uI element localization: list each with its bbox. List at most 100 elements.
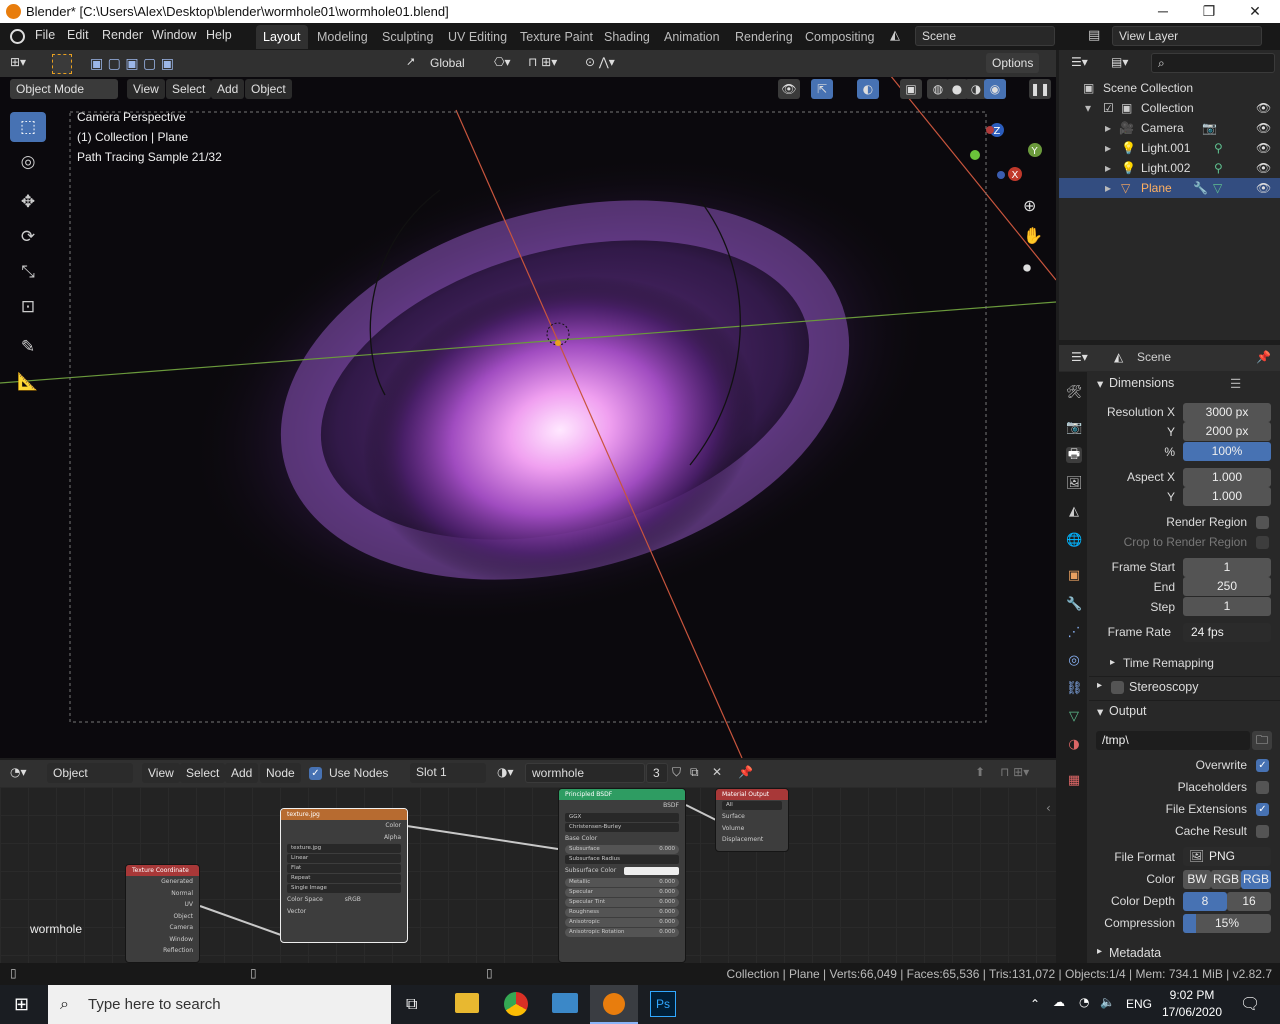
output-socket[interactable]: Camera xyxy=(126,922,199,934)
texture-tab-icon[interactable]: ▦ xyxy=(1066,773,1082,789)
fake-user-icon[interactable]: ⛉ xyxy=(672,765,681,780)
select-new-icon[interactable]: ▣ ▢ ▣ ▢ ▣ xyxy=(90,56,174,72)
menu-add[interactable]: Add xyxy=(211,79,245,99)
photoshop-icon[interactable]: Ps xyxy=(650,991,676,1017)
navigation-gizmo[interactable]: Z Y X xyxy=(965,115,1045,195)
principled-bsdf-node[interactable]: Principled BSDF BSDF GGX Christensen-Bur… xyxy=(558,788,686,963)
output-socket[interactable]: Window xyxy=(126,934,199,946)
colorspace-row[interactable]: Color Space sRGB xyxy=(281,894,407,906)
clock-date[interactable]: 17/06/2020 xyxy=(1157,1005,1227,1019)
param-slider[interactable]: Anisotropic Rotation 0.000 xyxy=(565,927,679,937)
aspect-y-field[interactable]: 1.000 xyxy=(1183,487,1271,506)
clock-time[interactable]: 9:02 PM xyxy=(1163,988,1221,1002)
node-menu-add[interactable]: Add xyxy=(225,763,259,783)
param-slider[interactable]: Roughness 0.000 xyxy=(565,907,679,917)
view-layer-icon[interactable]: ▤ xyxy=(1088,28,1100,43)
blender-menu-icon[interactable] xyxy=(10,29,25,44)
constraints-tab-icon[interactable]: ⛓ xyxy=(1066,681,1083,697)
wifi-icon[interactable]: ◔ xyxy=(1079,995,1089,1009)
tab-rendering[interactable]: Rendering xyxy=(728,25,800,49)
tab-uv-editing[interactable]: UV Editing xyxy=(441,25,514,49)
subsurface-radius-dropdown[interactable]: Subsurface Radius xyxy=(565,855,679,864)
annotate-tool[interactable]: ✎ xyxy=(10,332,46,362)
rendered-shading-icon[interactable]: ◉ xyxy=(984,79,1006,99)
modifier-tab-icon[interactable]: 🔧 xyxy=(1066,597,1082,613)
view-layer-tab-icon[interactable]: 🖼 xyxy=(1066,476,1083,492)
tab-shading[interactable]: Shading xyxy=(597,25,657,49)
gizmo-toggle-icon[interactable]: ⇱ xyxy=(811,79,833,99)
frame-start-field[interactable]: 1 xyxy=(1183,558,1271,577)
pause-render-icon[interactable]: ❚❚ xyxy=(1029,79,1051,99)
pin-icon[interactable]: 📌 xyxy=(1256,350,1271,364)
outliner-search-input[interactable]: ⌕ xyxy=(1151,53,1275,73)
tab-compositing[interactable]: Compositing xyxy=(798,25,881,49)
node-menu-view[interactable]: View xyxy=(142,763,180,783)
color-swatch[interactable] xyxy=(624,867,679,875)
language-indicator[interactable]: ENG xyxy=(1126,997,1152,1011)
menu-window[interactable]: Window xyxy=(152,28,196,42)
slot-dropdown[interactable]: Slot 1 xyxy=(410,763,486,783)
time-remapping-header[interactable]: Time Remapping xyxy=(1123,656,1214,670)
color-depth-16-button[interactable]: 16 xyxy=(1227,892,1271,911)
tool-tab-icon[interactable]: 🛠 xyxy=(1066,385,1083,401)
folder-icon[interactable]: 🗀 xyxy=(1252,731,1272,750)
source-dropdown[interactable]: Single Image xyxy=(287,884,401,893)
param-slider[interactable]: Metallic 0.000 xyxy=(565,877,679,887)
subsurface-color-row[interactable]: Subsurface Color xyxy=(559,865,685,877)
stereoscopy-checkbox[interactable] xyxy=(1111,681,1124,694)
display-mode-icon[interactable]: ▤▾ xyxy=(1111,55,1128,69)
close-button[interactable]: ✕ xyxy=(1232,0,1278,23)
mesh-data-icon[interactable]: ▽ xyxy=(1213,178,1222,198)
file-extensions-checkbox[interactable]: ✓ xyxy=(1256,803,1269,816)
taskbar-search-box[interactable]: ⌕ Type here to search xyxy=(48,985,391,1024)
mode-dropdown[interactable]: Object Mode xyxy=(10,79,118,99)
file-explorer-icon[interactable] xyxy=(455,993,479,1013)
parent-node-icon[interactable]: ⬆ xyxy=(975,765,985,779)
physics-tab-icon[interactable]: ◎ xyxy=(1066,653,1082,669)
subsurface-method-dropdown[interactable]: Christensen-Burley xyxy=(565,822,679,832)
zoom-icon[interactable]: ⊕ xyxy=(1023,196,1036,215)
input-socket[interactable]: Displacement xyxy=(716,834,788,846)
scale-tool[interactable]: ⤡ xyxy=(10,257,46,287)
menu-render[interactable]: Render xyxy=(102,28,143,42)
use-nodes-checkbox[interactable]: ✓ xyxy=(309,767,322,780)
projection-dropdown[interactable]: Flat xyxy=(287,864,401,873)
cursor-tool[interactable]: ◎ xyxy=(10,147,46,177)
task-view-icon[interactable]: ⧉ xyxy=(406,994,417,1014)
output-socket[interactable]: Normal xyxy=(126,888,199,900)
stereoscopy-chevron-icon[interactable]: ▸ xyxy=(1097,680,1102,691)
pivot-icon[interactable]: ⎔▾ xyxy=(494,55,511,69)
scene-tab-icon[interactable]: ◭ xyxy=(1066,504,1082,520)
tray-chevron-up-icon[interactable]: ⌃ xyxy=(1030,997,1040,1011)
material-name-field[interactable]: wormhole xyxy=(525,763,645,783)
output-header[interactable]: Output xyxy=(1109,704,1147,718)
tab-texture-paint[interactable]: Texture Paint xyxy=(513,25,600,49)
sidebar-toggle-icon[interactable]: ‹ xyxy=(1046,801,1051,815)
menu-edit[interactable]: Edit xyxy=(67,28,89,42)
input-socket[interactable]: Vector xyxy=(281,906,407,918)
subsurface-slider[interactable]: Subsurface 0.000 xyxy=(565,845,679,854)
object-tab-icon[interactable]: ▣ xyxy=(1066,568,1082,584)
crop-checkbox[interactable] xyxy=(1256,536,1269,549)
target-dropdown[interactable]: All xyxy=(722,801,782,810)
param-slider[interactable]: Anisotropic 0.000 xyxy=(565,917,679,927)
node-editor-type-icon[interactable]: ◔▾ xyxy=(10,765,27,779)
shader-type-dropdown[interactable]: Object xyxy=(47,763,133,783)
chevron-right-icon[interactable]: ▸ xyxy=(1105,138,1111,158)
param-slider[interactable]: Specular 0.000 xyxy=(565,887,679,897)
transform-tool[interactable]: ⊡ xyxy=(10,292,46,322)
menu-file[interactable]: File xyxy=(35,28,55,42)
outliner-collection[interactable]: ▾ ☑ ▣ Collection 👁 xyxy=(1059,98,1280,118)
tab-modeling[interactable]: Modeling xyxy=(310,25,375,49)
node-editor-canvas[interactable]: Texture Coordinate Generated Normal UV O… xyxy=(0,787,1056,963)
metadata-header[interactable]: Metadata xyxy=(1109,946,1161,960)
frame-rate-dropdown[interactable]: 24 fps xyxy=(1183,623,1271,642)
eye-icon[interactable]: 👁 xyxy=(1256,158,1271,178)
extension-dropdown[interactable]: Repeat xyxy=(287,874,401,883)
color-depth-8-button[interactable]: 8 xyxy=(1183,892,1227,911)
camera-data-icon[interactable]: 📷 xyxy=(1202,118,1217,138)
pin-icon[interactable]: 📌 xyxy=(738,765,753,779)
metadata-chevron-icon[interactable]: ▸ xyxy=(1097,946,1102,957)
xray-icon[interactable]: ▣ xyxy=(900,79,922,99)
overlay-toggle-icon[interactable]: ◐ xyxy=(857,79,879,99)
